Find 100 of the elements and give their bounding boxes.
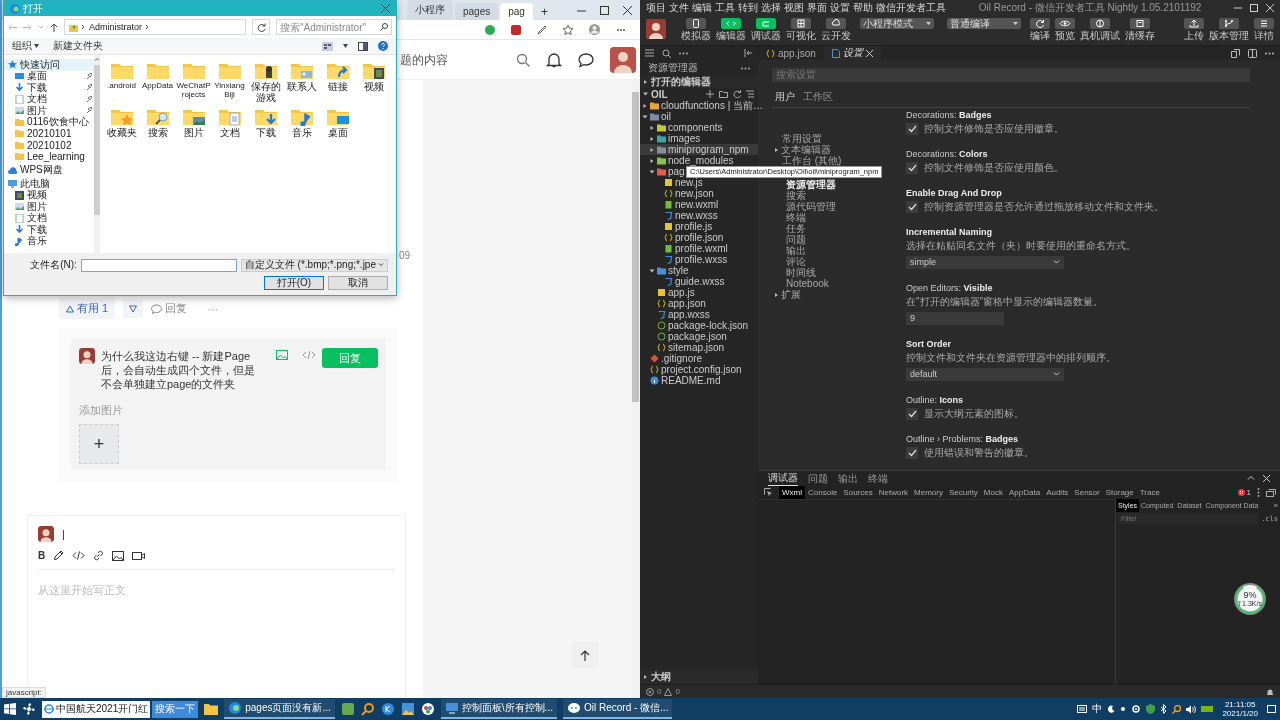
folder-item[interactable]: WeChatProjects: [176, 60, 211, 106]
nav-item[interactable]: WPS网盘: [4, 164, 94, 176]
nav-item[interactable]: 音乐: [4, 235, 94, 247]
upvote-button[interactable]: 有用 1: [59, 298, 116, 319]
browser-tab[interactable]: pag: [500, 3, 533, 20]
menu-item[interactable]: 帮助: [853, 1, 873, 15]
panel-tab[interactable]: 终端: [868, 471, 888, 486]
folder-item[interactable]: 联系人: [284, 60, 319, 106]
path-segment[interactable]: Administrator: [89, 22, 142, 32]
devtools-tab[interactable]: Network: [875, 486, 912, 499]
devtools-tab[interactable]: Security: [945, 486, 981, 499]
address-bar[interactable]: Administrator: [64, 19, 246, 35]
menu-item[interactable]: 视图: [784, 1, 804, 15]
dropdown[interactable]: simple: [906, 255, 1064, 269]
devtools-tab[interactable]: Wxml: [779, 486, 805, 499]
settings-nav-item[interactable]: 扩展: [772, 289, 906, 300]
settings-nav-item[interactable]: 工作台 (其他): [772, 155, 906, 166]
devtools-tab[interactable]: Audits: [1043, 486, 1072, 499]
menu-item[interactable]: 界面: [807, 1, 827, 15]
settings-nav-item[interactable]: 问题: [772, 234, 906, 245]
search-field[interactable]: 搜索"Administrator": [276, 19, 392, 35]
nav-item[interactable]: 下载: [4, 224, 94, 236]
taskbar-window[interactable]: 控制面板\所有控制...: [440, 699, 557, 719]
folder-item[interactable]: AppData: [140, 60, 175, 106]
settings-nav-item[interactable]: 源代码管理: [772, 201, 906, 212]
nav-item[interactable]: 桌面: [4, 70, 94, 82]
menu-item[interactable]: 编辑: [692, 1, 712, 15]
settings-nav-item[interactable]: 终端: [772, 212, 906, 223]
tree-item[interactable]: new.wxml: [640, 199, 758, 210]
search-field[interactable]: 中国航天2021开门红: [42, 700, 151, 718]
new-folder-button[interactable]: 新建文件夹: [53, 39, 103, 53]
nav-item[interactable]: 图片: [4, 105, 94, 117]
tree-item[interactable]: sitemap.json: [640, 342, 758, 353]
editor-tab[interactable]: 设置: [823, 46, 881, 60]
nav-item[interactable]: 图片: [4, 201, 94, 213]
nav-item[interactable]: 下载: [4, 82, 94, 94]
scope-tab[interactable]: 工作区: [803, 89, 833, 104]
section-header[interactable]: 打开的编辑器: [640, 76, 758, 88]
new-tab-button[interactable]: +: [534, 4, 554, 20]
tree-item[interactable]: README.md: [640, 375, 758, 386]
tree-item[interactable]: new.json: [640, 188, 758, 199]
nav-item[interactable]: 0116饮食中心: [4, 116, 94, 128]
devtools-tab[interactable]: AppData: [1006, 486, 1044, 499]
devtools-tab[interactable]: Memory: [911, 486, 946, 499]
settings-nav-item[interactable]: 资源管理器: [772, 179, 906, 190]
tree-item[interactable]: guide.wxss: [640, 276, 758, 287]
tree-item[interactable]: .gitignore: [640, 353, 758, 364]
settings-nav-item[interactable]: 搜索: [772, 190, 906, 201]
taskbar-window[interactable]: pages页面没有新...: [224, 699, 335, 719]
devtools-tab[interactable]: Sensor: [1071, 486, 1103, 499]
tree-item[interactable]: miniprogram_npm: [640, 144, 758, 155]
tree-item[interactable]: app.wxss: [640, 309, 758, 320]
bold-button[interactable]: B: [38, 550, 46, 561]
organize-menu[interactable]: 组织: [12, 39, 39, 53]
nav-item[interactable]: Lee_learning: [4, 151, 94, 163]
dropdown[interactable]: 小程序模式: [860, 18, 934, 29]
text-input[interactable]: 从这里开始写正文: [38, 584, 395, 596]
settings-nav-item[interactable]: 文本编辑器: [772, 144, 906, 155]
folder-item[interactable]: .android: [104, 60, 139, 106]
tree-item[interactable]: profile.json: [640, 232, 758, 243]
nav-item[interactable]: 视频: [4, 189, 94, 201]
tree-item[interactable]: profile.wxss: [640, 254, 758, 265]
dropdown[interactable]: 普通编译: [947, 18, 1021, 29]
nav-item[interactable]: 20210102: [4, 139, 94, 151]
browser-tab[interactable]: 小程序: [407, 0, 453, 20]
menu-item[interactable]: 文件: [669, 1, 689, 15]
tree-item[interactable]: package-lock.json: [640, 320, 758, 331]
menu-item[interactable]: 微信开发者工具: [876, 1, 946, 15]
folder-item[interactable]: 视频: [356, 60, 391, 106]
scope-tab[interactable]: 用户: [775, 89, 795, 104]
tree-item[interactable]: images: [640, 133, 758, 144]
folder-item[interactable]: 文档: [212, 106, 247, 152]
folder-item[interactable]: 搜索: [140, 106, 175, 152]
settings-nav-item[interactable]: 输出: [772, 245, 906, 256]
folder-item[interactable]: 保存的游戏: [248, 60, 283, 106]
tree-item[interactable]: new.js: [640, 177, 758, 188]
settings-nav-item[interactable]: 任务: [772, 223, 906, 234]
settings-nav-item[interactable]: 时间线: [772, 267, 906, 278]
nav-item[interactable]: 20210101: [4, 128, 94, 140]
folder-item[interactable]: 桌面: [320, 106, 355, 152]
tree-item[interactable]: project.config.json: [640, 364, 758, 375]
cancel-button[interactable]: 取消: [328, 276, 388, 290]
reply-link[interactable]: 回复: [151, 301, 188, 316]
settings-nav-item[interactable]: 常用设置: [772, 133, 906, 144]
nav-item[interactable]: 快速访问: [4, 59, 94, 71]
search-field[interactable]: 题的内容: [400, 52, 500, 67]
section-header[interactable]: 大纲: [640, 670, 758, 684]
number-field[interactable]: 9: [906, 311, 1004, 325]
search-button[interactable]: 搜索一下: [152, 700, 199, 718]
browser-tab[interactable]: pages: [455, 3, 499, 20]
panel-tab[interactable]: 输出: [838, 471, 858, 486]
menu-item[interactable]: 选择: [761, 1, 781, 15]
tree-item[interactable]: new.wxss: [640, 210, 758, 221]
nav-item[interactable]: 文档: [4, 212, 94, 224]
dropdown[interactable]: default: [906, 367, 1064, 381]
folder-item[interactable]: 链接: [320, 60, 355, 106]
open-button[interactable]: 打开(O): [264, 276, 324, 290]
settings-nav-item[interactable]: Notebook: [772, 278, 906, 289]
file-type-dropdown[interactable]: 自定义文件 (*.bmp;*.png;*.jpe: [240, 258, 388, 272]
tree-item[interactable]: app.json: [640, 298, 758, 309]
